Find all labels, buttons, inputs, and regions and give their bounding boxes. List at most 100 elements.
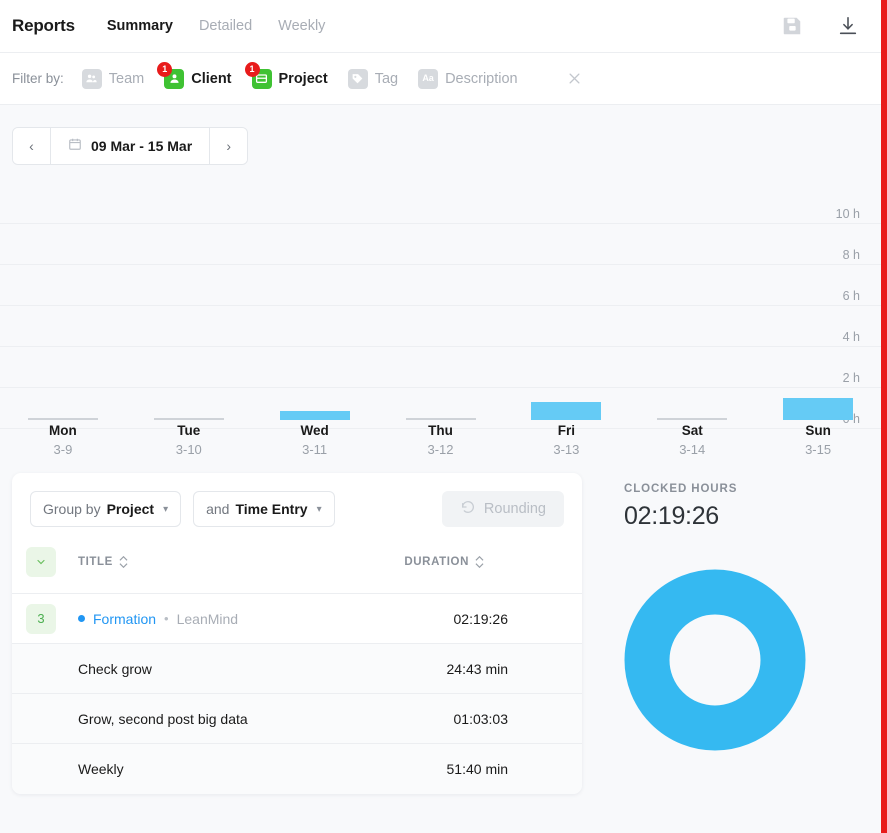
group-entry-count: 3 bbox=[26, 603, 56, 634]
bar-column-sat[interactable] bbox=[629, 183, 755, 420]
entry-title: Weekly bbox=[78, 761, 124, 777]
bar-sat bbox=[657, 418, 728, 420]
clocked-hours-label: CLOCKED HOURS bbox=[624, 483, 738, 495]
rounding-button[interactable]: Rounding bbox=[441, 491, 564, 527]
table-row[interactable]: Check grow 24:43 min bbox=[12, 644, 582, 694]
chart-bars bbox=[0, 183, 881, 420]
xtick-fri: Fri 3-13 bbox=[503, 423, 629, 457]
bar-tue bbox=[153, 418, 224, 420]
description-icon: Aa bbox=[418, 68, 439, 89]
xtick-sat-day: Sat bbox=[681, 423, 703, 438]
rounding-icon bbox=[460, 499, 476, 519]
table-row[interactable]: Grow, second post big data 01:03:03 bbox=[12, 694, 582, 744]
report-card: Group by Project ▾ and Time Entry ▾ Roun… bbox=[12, 473, 582, 794]
project-icon: 1 bbox=[244, 61, 272, 89]
sort-icon bbox=[119, 556, 128, 568]
app-root: Reports Summary Detailed Weekly Filter b… bbox=[0, 0, 887, 833]
bar-column-wed[interactable] bbox=[252, 183, 378, 420]
app-header: Reports Summary Detailed Weekly bbox=[0, 0, 881, 53]
bar-column-mon[interactable] bbox=[0, 183, 126, 420]
filter-client-label: Client bbox=[191, 70, 232, 87]
xtick-fri-date: 3-13 bbox=[553, 442, 580, 457]
tab-weekly[interactable]: Weekly bbox=[278, 14, 325, 38]
download-icon[interactable] bbox=[837, 15, 859, 37]
xtick-fri-day: Fri bbox=[557, 423, 575, 438]
donut-chart-svg bbox=[624, 569, 806, 751]
date-navigation: ‹ 09 Mar - 15 Mar › bbox=[12, 127, 249, 165]
filter-project[interactable]: 1 Project bbox=[244, 61, 328, 89]
team-icon bbox=[81, 68, 102, 89]
xtick-mon: Mon 3-9 bbox=[0, 423, 126, 457]
filter-tag-label: Tag bbox=[374, 70, 399, 87]
column-header-title[interactable]: TITLE bbox=[78, 556, 128, 568]
bottom-section: Group by Project ▾ and Time Entry ▾ Roun… bbox=[0, 473, 881, 794]
client-name: LeanMind bbox=[176, 610, 239, 627]
xtick-sat-date: 3-14 bbox=[679, 442, 706, 457]
group-title: Formation • LeanMind bbox=[78, 611, 238, 627]
table-header: TITLE DURATION bbox=[12, 539, 582, 594]
group-by-prefix: Group by bbox=[43, 501, 101, 517]
calendar-icon bbox=[68, 137, 82, 156]
report-tabs: Summary Detailed Weekly bbox=[107, 14, 326, 38]
entry-duration: 01:03:03 bbox=[453, 710, 509, 727]
donut-slice-formation[interactable] bbox=[624, 569, 806, 751]
filter-client[interactable]: 1 Client bbox=[157, 61, 232, 89]
entry-title: Grow, second post big data bbox=[78, 710, 248, 727]
clocked-hours-panel: CLOCKED HOURS 02:19:26 bbox=[582, 473, 881, 794]
bar-column-thu[interactable] bbox=[378, 183, 504, 420]
filter-bar: Filter by: Team 1 Client 1 Project Tag A… bbox=[0, 53, 881, 105]
xtick-sat: Sat 3-14 bbox=[629, 423, 755, 457]
bar-column-fri[interactable] bbox=[503, 183, 629, 420]
column-header-duration-label: DURATION bbox=[404, 556, 469, 568]
filter-description[interactable]: Aa Description bbox=[418, 68, 518, 89]
tab-detailed[interactable]: Detailed bbox=[199, 14, 252, 38]
entry-duration: 51:40 min bbox=[446, 761, 508, 777]
filter-client-badge: 1 bbox=[157, 61, 173, 77]
collapse-all-button[interactable] bbox=[26, 547, 56, 577]
chevron-down-icon: ▾ bbox=[163, 503, 169, 515]
bar-column-tue[interactable] bbox=[126, 183, 252, 420]
xtick-thu: Thu 3-12 bbox=[378, 423, 504, 457]
column-header-title-label: TITLE bbox=[78, 556, 113, 568]
xtick-thu-day: Thu bbox=[428, 423, 453, 438]
chart-x-axis: Mon 3-9 Tue 3-10 Wed 3-11 Thu 3-12 Fri 3… bbox=[0, 423, 881, 457]
tab-summary[interactable]: Summary bbox=[107, 14, 173, 38]
sort-icon bbox=[475, 556, 484, 568]
date-range-picker[interactable]: 09 Mar - 15 Mar bbox=[51, 128, 210, 164]
previous-period-button[interactable]: ‹ bbox=[13, 128, 51, 164]
date-range-label: 09 Mar - 15 Mar bbox=[91, 138, 193, 154]
entry-title: Check grow bbox=[78, 660, 152, 677]
bar-fri bbox=[531, 402, 602, 420]
bar-column-sun[interactable] bbox=[755, 183, 881, 420]
xtick-wed: Wed 3-11 bbox=[252, 423, 378, 457]
xtick-mon-day: Mon bbox=[49, 423, 77, 438]
filter-team[interactable]: Team bbox=[81, 68, 144, 89]
group-by-value: Project bbox=[106, 501, 155, 517]
filter-project-label: Project bbox=[278, 70, 328, 87]
sub-group-value: Time Entry bbox=[235, 501, 308, 517]
chevron-down-icon: ▾ bbox=[316, 503, 322, 515]
filter-description-label: Description bbox=[445, 70, 518, 87]
save-icon[interactable] bbox=[781, 15, 803, 37]
rounding-label: Rounding bbox=[483, 501, 546, 517]
clear-filters-button[interactable] bbox=[564, 68, 586, 90]
donut-chart bbox=[624, 569, 806, 751]
sub-group-dropdown[interactable]: and Time Entry ▾ bbox=[193, 491, 335, 527]
entry-duration: 24:43 min bbox=[446, 660, 508, 677]
weekly-bar-chart: 10 h 8 h 6 h 4 h 2 h 0 h Mon 3-9 Tue 3-1… bbox=[0, 183, 881, 473]
card-controls: Group by Project ▾ and Time Entry ▾ Roun… bbox=[12, 473, 582, 539]
xtick-tue: Tue 3-10 bbox=[126, 423, 252, 457]
group-by-project-dropdown[interactable]: Group by Project ▾ bbox=[30, 491, 182, 527]
next-period-button[interactable]: › bbox=[209, 128, 248, 164]
column-header-duration[interactable]: DURATION bbox=[404, 556, 484, 568]
header-actions bbox=[781, 15, 859, 37]
project-name[interactable]: Formation bbox=[93, 611, 156, 627]
clocked-hours-value: 02:19:26 bbox=[624, 502, 719, 530]
table-row[interactable]: Weekly 51:40 min bbox=[12, 744, 582, 794]
filter-tag[interactable]: Tag bbox=[347, 68, 399, 89]
xtick-mon-date: 3-9 bbox=[53, 442, 73, 457]
xtick-wed-date: 3-11 bbox=[302, 442, 328, 457]
bar-wed bbox=[279, 411, 350, 420]
xtick-wed-day: Wed bbox=[300, 423, 329, 438]
table-row-group[interactable]: 3 Formation • LeanMind 02:19:26 bbox=[12, 594, 582, 644]
